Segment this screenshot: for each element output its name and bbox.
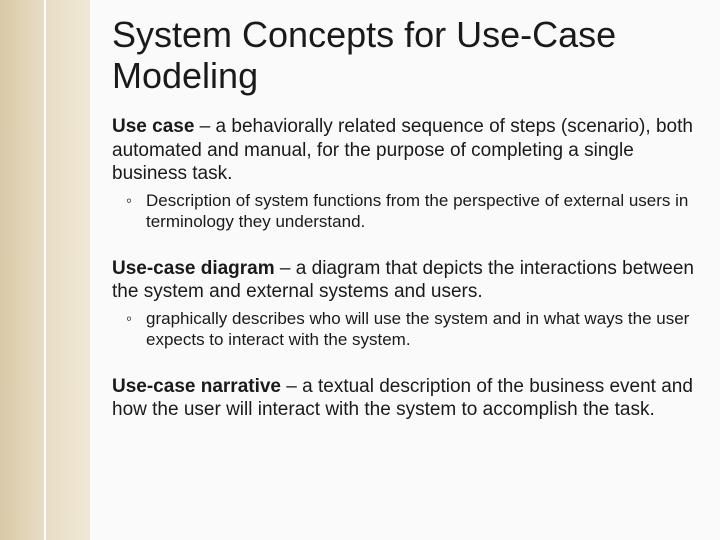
text-use-case: – a behaviorally related sequence of ste… [112,116,693,185]
slide-content: System Concepts for Use-Case Modeling Us… [112,14,700,422]
subpoint-use-case-diagram: graphically describes who will use the s… [112,308,700,351]
term-use-case-diagram: Use-case diagram [112,258,275,279]
band-right-stripe [45,0,90,540]
definition-use-case: Use case – a behaviorally related sequen… [112,115,700,186]
term-use-case-narrative: Use-case narrative [112,376,281,397]
definition-use-case-diagram: Use-case diagram – a diagram that depict… [112,257,700,305]
definition-use-case-narrative: Use-case narrative – a textual descripti… [112,375,700,423]
sublist-use-case-diagram: graphically describes who will use the s… [112,308,700,351]
subpoint-use-case: Description of system functions from the… [112,190,700,233]
sublist-use-case: Description of system functions from the… [112,190,700,233]
decorative-sidebar [0,0,90,540]
term-use-case: Use case [112,116,194,137]
slide-title: System Concepts for Use-Case Modeling [112,14,700,97]
band-left-stripe [0,0,45,540]
band-divider [44,0,46,540]
